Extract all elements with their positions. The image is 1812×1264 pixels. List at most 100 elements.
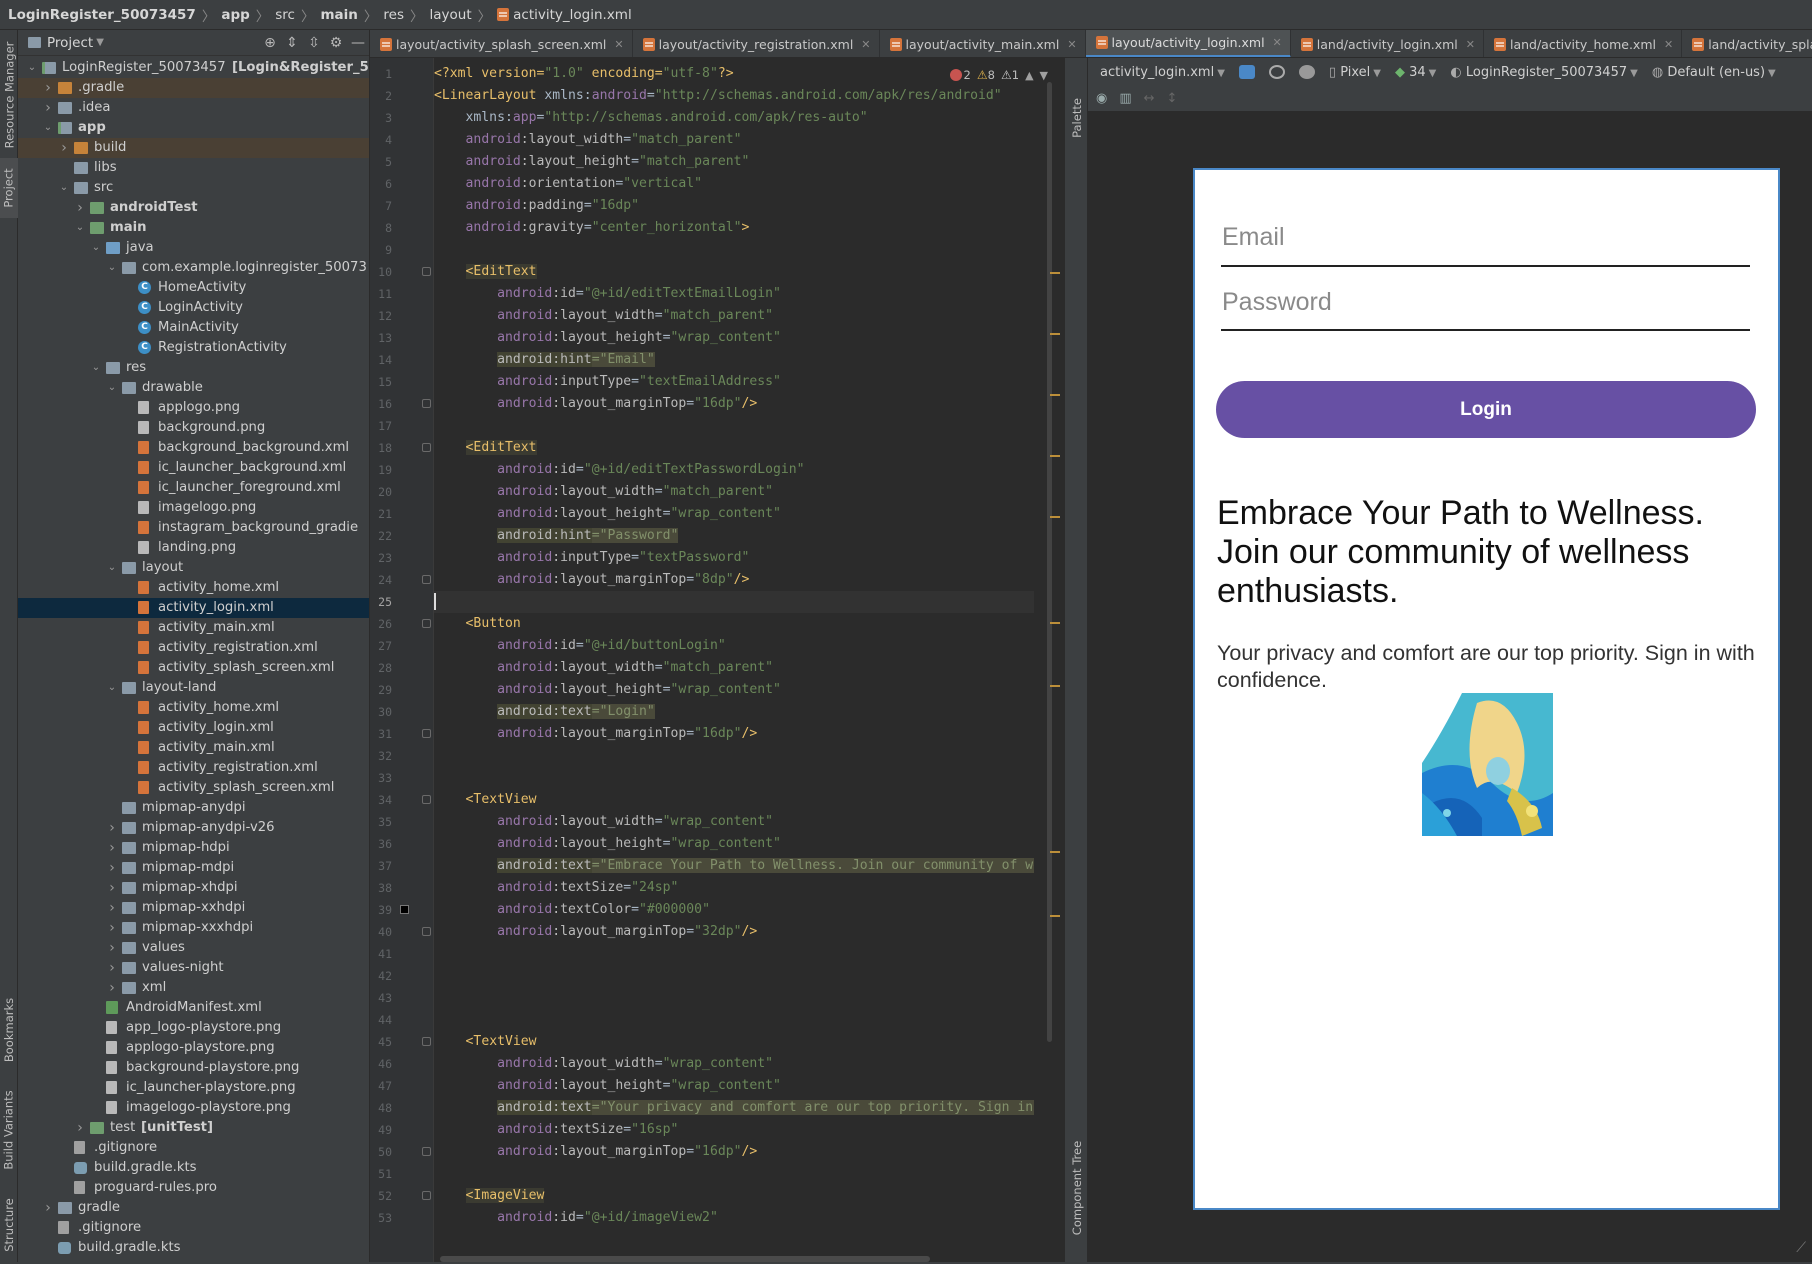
minimize-icon[interactable]: — [347,35,369,51]
locate-icon[interactable]: ⊕ [259,35,281,51]
code-line[interactable]: android:layout_width="wrap_content" [434,811,773,833]
login-button[interactable]: Login [1216,381,1756,438]
editor-tab[interactable]: land/activity_login.xml ✕ [1291,30,1484,57]
tree-item[interactable]: › test [unitTest] [18,1118,369,1138]
chevron-right-icon[interactable]: › [106,898,118,918]
chevron-down-icon[interactable]: ⌄ [90,358,102,378]
code-line[interactable]: <EditText [434,437,537,459]
code-line[interactable]: android:layout_height="wrap_content" [434,679,781,701]
tree-item[interactable]: mipmap-anydpi [18,798,369,818]
chevron-right-icon[interactable]: › [106,818,118,838]
tree-item[interactable]: ⌄ layout-land [18,678,369,698]
tree-item[interactable]: activity_login.xml [18,718,369,738]
tree-item[interactable]: › gradle [18,1198,369,1218]
code-line[interactable]: android:layout_width="match_parent" [434,305,773,327]
close-tab-icon[interactable]: ✕ [1466,38,1475,51]
breadcrumb-res[interactable]: res [383,7,404,23]
code-line[interactable]: android:layout_marginTop="32dp"/> [434,921,757,943]
code-line[interactable]: android:layout_marginTop="16dp"/> [434,723,757,745]
tree-item[interactable]: .gitignore [18,1138,369,1158]
tree-item[interactable]: activity_login.xml [18,598,369,618]
tree-item[interactable]: ic_launcher_foreground.xml [18,478,369,498]
error-indicator[interactable]: 2 [949,68,971,82]
chevron-down-icon[interactable]: ⌄ [106,378,118,398]
device-selector[interactable]: ▯ Pixel ▼ [1329,65,1381,80]
tree-item[interactable]: › mipmap-xhdpi [18,878,369,898]
collapse-all-icon[interactable]: ⇳ [303,35,325,51]
code-line[interactable]: android:inputType="textPassword" [434,547,749,569]
chevron-down-icon[interactable]: ⌄ [106,678,118,698]
code-line[interactable]: android:inputType="textEmailAddress" [434,371,781,393]
chevron-right-icon[interactable]: › [106,918,118,938]
editor-tab[interactable]: layout/activity_login.xml ✕ [1085,30,1291,57]
chevron-right-icon[interactable]: › [106,838,118,858]
tree-item[interactable]: .gitignore [18,1218,369,1238]
breadcrumb-project[interactable]: LoginRegister_50073457 [8,7,196,23]
code-line[interactable]: android:layout_width="match_parent" [434,129,742,151]
breadcrumb-layout[interactable]: layout [430,7,472,23]
chevron-down-icon[interactable]: ⌄ [90,238,102,258]
chevron-right-icon[interactable]: › [74,198,86,218]
code-line[interactable]: android:layout_width="match_parent" [434,657,773,679]
tree-item[interactable]: activity_registration.xml [18,758,369,778]
tree-item[interactable]: › .idea [18,98,369,118]
chevron-right-icon[interactable]: › [106,858,118,878]
code-line[interactable]: android:layout_marginTop="16dp"/> [434,393,757,415]
chevron-down-icon[interactable]: ⌄ [42,118,54,138]
close-tab-icon[interactable]: ✕ [861,38,870,51]
editor-tab[interactable]: layout/activity_main.xml ✕ [880,30,1086,57]
chevron-right-icon[interactable]: › [106,958,118,978]
breadcrumb-app[interactable]: app [221,7,249,23]
tree-item[interactable]: activity_main.xml [18,618,369,638]
fold-marker-icon[interactable] [422,795,431,804]
orientation-icon[interactable] [1268,65,1285,79]
blueprint-icon[interactable]: ▥ [1119,91,1131,106]
fold-marker-icon[interactable] [422,927,431,936]
tree-item[interactable]: C MainActivity [18,318,369,338]
tree-item[interactable]: ⌄ com.example.loginregister_50073 [18,258,369,278]
chevron-down-icon[interactable]: ⌄ [74,218,86,238]
layout-file-selector[interactable]: activity_login.xml ▼ [1100,65,1225,80]
code-line[interactable]: android:layout_height="wrap_content" [434,1075,781,1097]
tree-item[interactable]: › mipmap-anydpi-v26 [18,818,369,838]
tree-item[interactable]: › xml [18,978,369,998]
warning-indicator[interactable]: ⚠8 [977,68,995,82]
chevron-down-icon[interactable]: ▼ [96,37,104,48]
chevron-down-icon[interactable]: ⌄ [26,58,38,78]
code-line[interactable]: <TextView [434,789,537,811]
tree-item[interactable]: › mipmap-hdpi [18,838,369,858]
code-line[interactable]: <ImageView [434,1185,545,1207]
code-line[interactable]: android:layout_height="wrap_content" [434,833,781,855]
code-line[interactable]: android:textSize="16sp" [434,1119,678,1141]
close-tab-icon[interactable]: ✕ [1067,38,1076,51]
code-area[interactable]: <?xml version="1.0" encoding="utf-8"?> <L… [434,58,1034,1264]
chevron-right-icon[interactable]: › [42,1198,54,1218]
tree-item[interactable]: activity_splash_screen.xml [18,778,369,798]
chevron-right-icon[interactable]: › [42,78,54,98]
layers-icon[interactable] [1238,65,1255,79]
structure-tab[interactable]: Structure [0,1190,18,1260]
tree-item[interactable]: ⌄ java [18,238,369,258]
resource-manager-tab[interactable]: Resource Manager [0,40,18,150]
code-line[interactable]: <Button [434,613,521,635]
tree-item[interactable]: applogo.png [18,398,369,418]
close-tab-icon[interactable]: ✕ [614,38,623,51]
code-line[interactable]: android:padding="16dp" [434,195,639,217]
warning-marker[interactable] [1050,915,1060,917]
fold-marker-icon[interactable] [422,399,431,408]
warning-marker[interactable] [1050,516,1060,518]
code-line[interactable]: android:layout_marginTop="16dp"/> [434,1141,757,1163]
fold-marker-icon[interactable] [422,619,431,628]
code-line[interactable]: android:text="Your privacy and comfort a… [434,1097,1034,1119]
tree-item[interactable]: build.gradle.kts [18,1238,369,1258]
chevron-right-icon[interactable]: › [106,978,118,998]
tree-item[interactable]: › mipmap-xxxhdpi [18,918,369,938]
tree-item[interactable]: C RegistrationActivity [18,338,369,358]
tree-item[interactable]: ⌄ res [18,358,369,378]
tree-item[interactable]: ⌄ LoginRegister_50073457 [Login&Register_5… [18,58,369,78]
password-input-hint[interactable]: Password [1222,288,1332,317]
code-line[interactable]: android:id="@+id/buttonLogin" [434,635,726,657]
tree-item[interactable]: AndroidManifest.xml [18,998,369,1018]
code-line[interactable]: <?xml version="1.0" encoding="utf-8"?> [434,63,734,85]
horizontal-resize-icon[interactable]: ↔ [1144,91,1155,106]
